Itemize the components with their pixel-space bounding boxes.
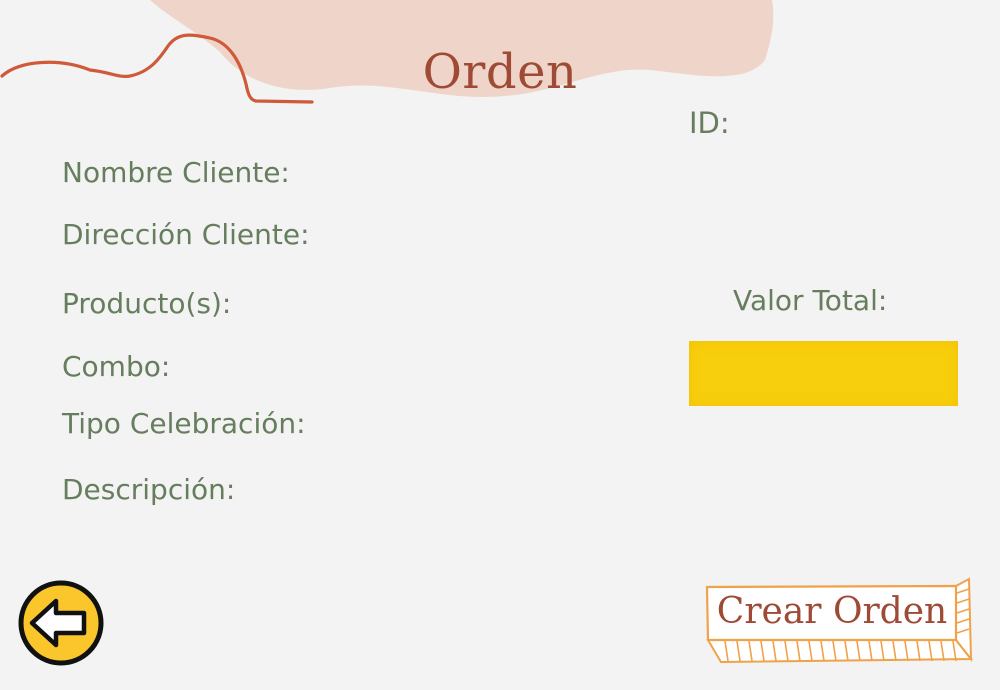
combo-label: Combo: [62,350,171,383]
total-value-label: Valor Total: [733,284,888,317]
back-button[interactable] [18,580,104,666]
arrow-left-icon [18,580,104,666]
create-order-button[interactable]: Crear Orden [703,577,975,665]
create-order-label: Crear Orden [716,591,948,632]
products-label: Producto(s): [62,287,232,320]
order-id-label: ID: [689,106,730,140]
page-title: Orden [422,44,578,100]
total-value-display [689,341,958,406]
description-label: Descripción: [62,473,236,506]
celebration-type-label: Tipo Celebración: [62,407,306,440]
customer-name-label: Nombre Cliente: [62,156,290,189]
customer-address-label: Dirección Cliente: [62,218,310,251]
